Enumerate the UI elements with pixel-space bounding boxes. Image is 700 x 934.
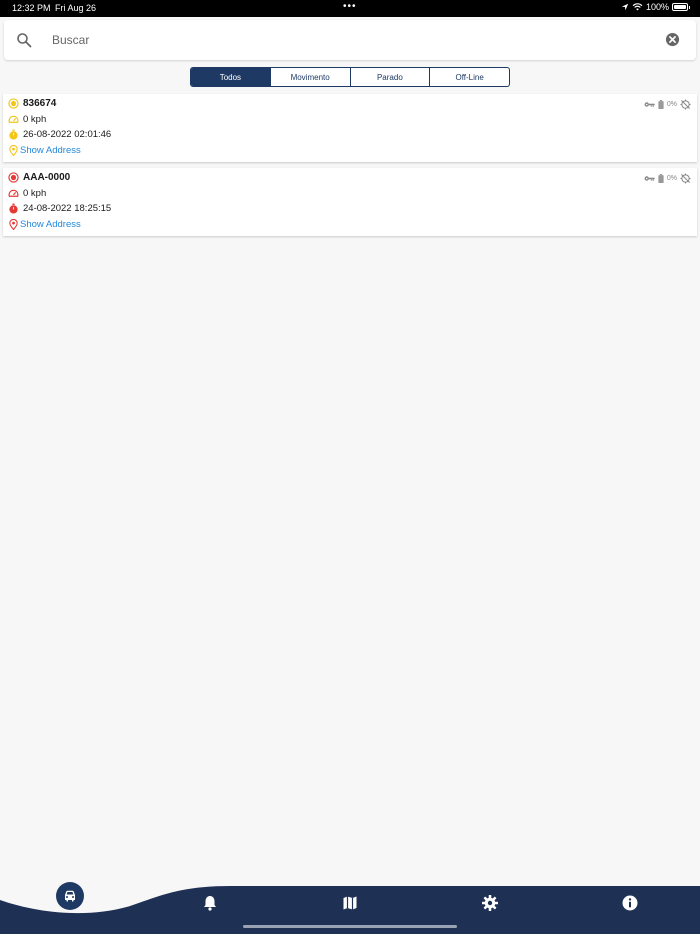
status-date: Fri Aug 26 — [55, 3, 97, 13]
location-pin-icon — [9, 145, 18, 156]
vehicle-battery: 0% — [666, 101, 677, 108]
info-icon — [622, 895, 638, 911]
vehicle-time-row: 24-08-2022 18:25:15 — [8, 203, 111, 214]
battery-icon — [672, 3, 690, 11]
filter-segmented-control: Todos Movimento Parado Off-Line — [190, 67, 510, 87]
gps-off-icon — [680, 173, 691, 184]
tab-movimento[interactable]: Movimento — [271, 68, 351, 86]
home-indicator[interactable] — [243, 925, 457, 928]
vehicle-address-row[interactable]: Show Address — [8, 145, 81, 156]
vehicle-meta: 0% — [644, 173, 691, 184]
vehicle-name: 836674 — [23, 98, 57, 109]
map-icon — [343, 896, 357, 910]
vehicle-speed-row: 0 kph — [8, 188, 46, 199]
key-icon — [644, 176, 655, 181]
stopwatch-icon — [9, 203, 18, 214]
tab-todos[interactable]: Todos — [191, 68, 271, 86]
vehicle-name-row: AAA-0000 — [8, 172, 70, 183]
nav-alerts-button[interactable] — [201, 894, 219, 912]
vehicle-speed-row: 0 kph — [8, 114, 46, 125]
vehicle-card[interactable]: AAA-0000 0 kph 24-08-2022 18:25:15 Show … — [3, 168, 697, 236]
vehicle-card[interactable]: 836674 0 kph 26-08-2022 02:01:46 Show Ad… — [3, 94, 697, 162]
speedometer-icon — [8, 115, 19, 123]
vehicle-timestamp: 24-08-2022 18:25:15 — [23, 203, 112, 214]
key-icon — [644, 102, 655, 107]
status-bar: 12:32 PM Fri Aug 26 ••• 100% — [0, 0, 700, 17]
vehicle-meta: 0% — [644, 99, 691, 110]
battery-percent: 100% — [645, 2, 669, 12]
show-address-link[interactable]: Show Address — [20, 219, 81, 230]
vehicle-time-row: 26-08-2022 02:01:46 — [8, 129, 111, 140]
vehicle-timestamp: 26-08-2022 02:01:46 — [23, 129, 112, 140]
nav-vehicles-button[interactable] — [56, 882, 84, 910]
search-input[interactable] — [52, 28, 632, 52]
vehicle-speed: 0 kph — [23, 188, 47, 199]
battery-icon — [658, 100, 664, 109]
bottom-nav — [0, 862, 700, 934]
location-arrow-icon — [621, 3, 629, 11]
tab-off-line[interactable]: Off-Line — [430, 68, 509, 86]
search-icon — [17, 33, 32, 48]
multitasking-dots[interactable]: ••• — [343, 1, 357, 12]
gps-off-icon — [680, 99, 691, 110]
status-dot-icon — [8, 172, 19, 183]
status-time: 12:32 PM — [12, 3, 51, 13]
battery-icon — [658, 174, 664, 183]
car-icon — [65, 890, 75, 902]
search-bar — [4, 20, 696, 60]
show-address-link[interactable]: Show Address — [20, 145, 81, 156]
bell-icon — [204, 896, 216, 911]
vehicle-name-row: 836674 — [8, 98, 56, 109]
nav-map-button[interactable] — [341, 894, 359, 912]
wifi-icon — [632, 3, 643, 11]
gear-icon — [482, 895, 498, 911]
nav-info-button[interactable] — [621, 894, 639, 912]
vehicle-address-row[interactable]: Show Address — [8, 219, 81, 230]
vehicle-battery: 0% — [666, 175, 677, 182]
status-right: 100% — [621, 2, 690, 12]
speedometer-icon — [8, 189, 19, 197]
vehicle-name: AAA-0000 — [23, 172, 71, 183]
nav-settings-button[interactable] — [481, 894, 499, 912]
vehicle-speed: 0 kph — [23, 114, 47, 125]
tab-parado[interactable]: Parado — [351, 68, 431, 86]
stopwatch-icon — [9, 129, 18, 140]
status-dot-icon — [8, 98, 19, 109]
location-pin-icon — [9, 219, 18, 230]
clear-search-icon[interactable] — [665, 32, 680, 47]
